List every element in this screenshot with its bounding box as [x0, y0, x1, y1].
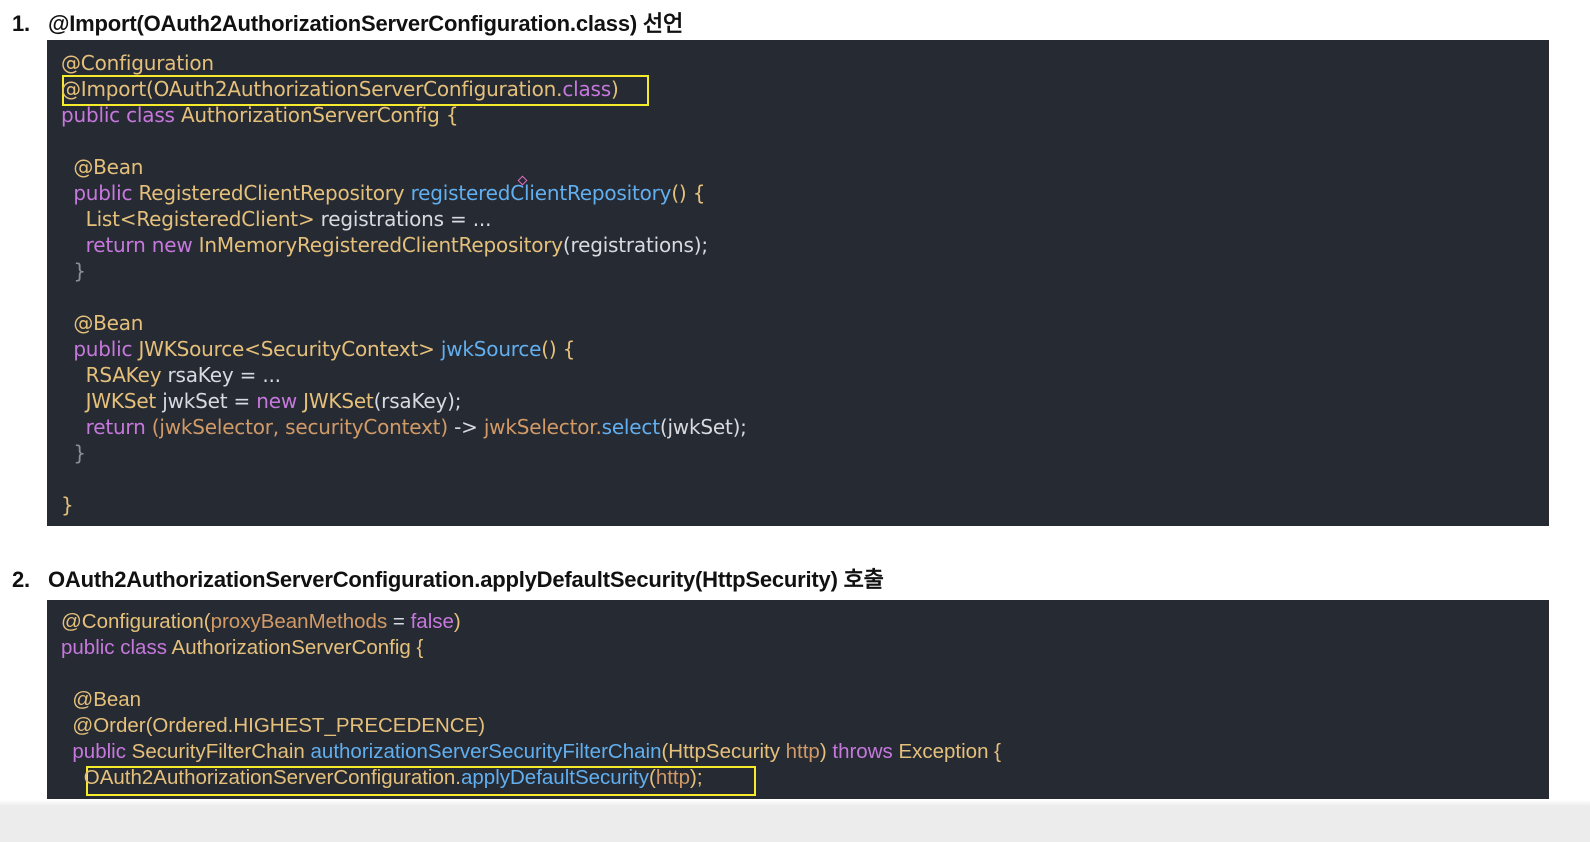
code-line: @Bean	[61, 688, 141, 712]
section-2-number: 2.	[12, 567, 30, 592]
code-token: registeredClientRepository	[410, 181, 672, 205]
bottom-bar	[0, 806, 1590, 842]
code-token: (jwkSelector, securityContext)	[151, 415, 455, 439]
code-token: jwkSource	[440, 337, 542, 361]
code-line: }	[61, 493, 74, 517]
code-token: AuthorizationServerConfig	[180, 103, 446, 127]
code-token: @Import(OAuth2AuthorizationServerConfigu…	[61, 77, 563, 101]
code-token: @Configuration	[61, 51, 214, 75]
code-line: @Configuration	[61, 51, 214, 75]
code-token: )	[819, 740, 833, 763]
code-block-1: @Configuration @Import(OAuth2Authorizatio…	[47, 40, 1549, 526]
code-token: );	[690, 766, 703, 789]
code-token: select	[601, 415, 660, 439]
code-token: false	[410, 610, 454, 633]
code-token: List<RegisteredClient>	[61, 207, 321, 231]
code-line: public class AuthorizationServerConfig {	[61, 636, 423, 660]
code-token: @Bean	[61, 688, 142, 711]
code-line: return (jwkSelector, securityContext) ->…	[61, 415, 747, 439]
code-token: (jwkSet);	[659, 415, 747, 439]
code-line: List<RegisteredClient> registrations = .…	[61, 207, 492, 231]
code-token: () {	[541, 337, 576, 361]
code-line: @Configuration(proxyBeanMethods = false)	[61, 610, 461, 634]
code-token: @Bean	[61, 311, 144, 335]
section-2-title: OAuth2AuthorizationServerConfiguration.a…	[48, 567, 884, 592]
code-line: OAuth2AuthorizationServerConfiguration.a…	[61, 766, 703, 790]
code-line: public JWKSource<SecurityContext> jwkSou…	[61, 337, 575, 361]
code-line: }	[61, 441, 86, 465]
code-token: (registrations);	[562, 233, 708, 257]
code-token: JWKSource<SecurityContext>	[138, 337, 441, 361]
code-line: public class AuthorizationServerConfig {	[61, 103, 459, 127]
code-token: http	[655, 766, 691, 789]
code-token: public	[61, 337, 139, 361]
code-line: @Bean	[61, 155, 143, 179]
code-line: RSAKey rsaKey = ...	[61, 363, 281, 387]
code-token: =	[387, 610, 411, 633]
code-token: JWKSet	[61, 389, 163, 413]
code-token: public class	[61, 103, 181, 127]
code-token: class	[562, 77, 611, 101]
code-token: JWKSet	[303, 389, 374, 413]
code-token: return new	[61, 233, 199, 257]
code-token: () {	[671, 181, 706, 205]
code-token: Exception {	[898, 740, 1002, 763]
section-1-number: 1.	[12, 11, 30, 36]
code-token: InMemoryRegisteredClientRepository	[198, 233, 563, 257]
code-token: (rsaKey);	[373, 389, 462, 413]
code-line: @Bean	[61, 311, 143, 335]
code-token: AuthorizationServerConfig {	[171, 636, 424, 659]
code-token: SecurityFilterChain	[131, 740, 311, 763]
code-line: public SecurityFilterChain authorization…	[61, 740, 1001, 764]
code-token: throws	[832, 740, 899, 763]
code-token: )	[453, 610, 461, 633]
code-block-2: @Configuration(proxyBeanMethods = false)…	[47, 600, 1549, 799]
code-token: @Configuration(	[61, 610, 211, 633]
code-line: return new InMemoryRegisteredClientRepos…	[61, 233, 708, 257]
code-line: @Order(Ordered.HIGHEST_PRECEDENCE)	[61, 714, 485, 738]
code-token: OAuth2AuthorizationServerConfiguration.	[61, 766, 461, 789]
code-token: jwkSet =	[162, 389, 257, 413]
section-2-heading: 2. OAuth2AuthorizationServerConfiguration…	[12, 562, 884, 594]
code-token: (HttpSecurity	[661, 740, 786, 763]
code-token: http	[785, 740, 820, 763]
code-token: }	[61, 493, 74, 517]
code-token: registrations = ...	[320, 207, 492, 231]
section-1-heading: 1. @Import(OAuth2AuthorizationServerConfi…	[12, 6, 683, 38]
code-token: @Bean	[61, 155, 144, 179]
code-token: ->	[454, 415, 484, 439]
code-token: RegisteredClientRepository	[138, 181, 411, 205]
code-token: public class	[61, 636, 172, 659]
code-token: new	[256, 389, 304, 413]
code-token: @Order(Ordered.HIGHEST_PRECEDENCE)	[61, 714, 486, 737]
code-token: applyDefaultSecurity	[460, 766, 649, 789]
code-token: authorizationServerSecurityFilterChain	[310, 740, 662, 763]
code-token: (	[649, 766, 656, 789]
code-token: }	[61, 441, 86, 465]
section-1-title: @Import(OAuth2AuthorizationServerConfigu…	[48, 11, 683, 36]
code-token: )	[610, 77, 619, 101]
code-token: rsaKey = ...	[167, 363, 282, 387]
code-line: @Import(OAuth2AuthorizationServerConfigu…	[61, 77, 619, 101]
code-token: RSAKey	[61, 363, 168, 387]
code-token: {	[445, 103, 459, 127]
code-token: return	[61, 415, 152, 439]
code-token: proxyBeanMethods	[210, 610, 388, 633]
code-line: JWKSet jwkSet = new JWKSet(rsaKey);	[61, 389, 462, 413]
code-line: }	[61, 259, 86, 283]
code-token: public	[61, 181, 139, 205]
code-token: jwkSelector.	[483, 415, 602, 439]
code-token: public	[61, 740, 132, 763]
code-line: public RegisteredClientRepository regist…	[61, 181, 705, 205]
code-token: }	[61, 259, 86, 283]
